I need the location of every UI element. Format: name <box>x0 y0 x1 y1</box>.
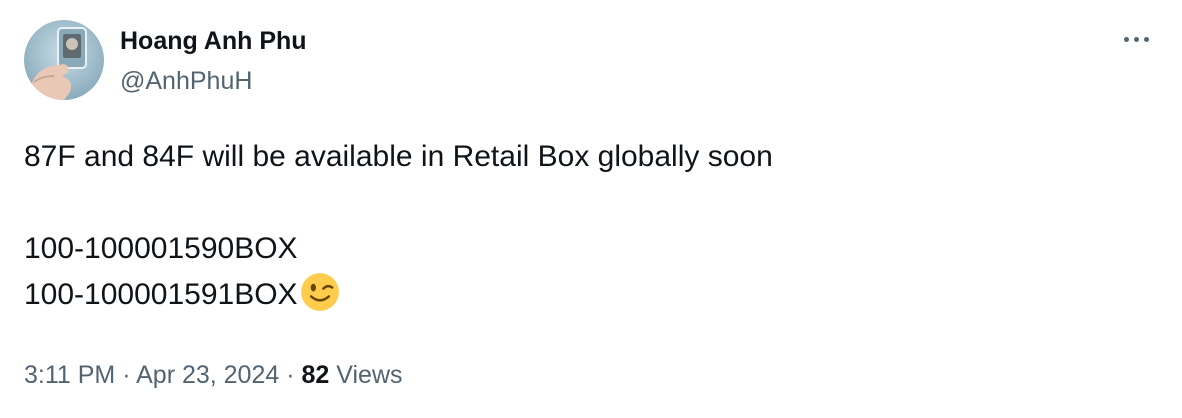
more-options-button[interactable] <box>1118 24 1154 54</box>
tweet-text-line: 87F and 84F will be available in Retail … <box>24 140 773 173</box>
winking-face-emoji <box>300 273 339 311</box>
author-handle[interactable]: @AnhPhuH <box>120 66 252 96</box>
tweet-time[interactable]: 3:11 PM <box>24 361 115 389</box>
more-options-icon <box>1133 36 1139 42</box>
views-count: 82 <box>301 361 330 389</box>
tweet-text-line-with-emoji: 100-100001591BOX <box>24 272 1144 318</box>
meta-separator: · <box>286 361 295 389</box>
tweet-text-line <box>24 180 1144 226</box>
avatar-photo-icon <box>24 20 104 100</box>
tweet-date[interactable]: Apr 23, 2024 <box>136 361 279 389</box>
meta-separator: · <box>122 361 131 389</box>
tweet-text-line: 100-100001590BOX <box>24 232 298 265</box>
tweet-meta: 3:11 PM · Apr 23, 2024 · 82 Views <box>24 358 403 392</box>
author-name[interactable]: Hoang Anh Phu <box>120 26 307 56</box>
tweet-card: Hoang Anh Phu @AnhPhuH 87F and 84F will … <box>0 0 1182 418</box>
avatar[interactable] <box>24 20 104 100</box>
tweet-text-line: 100-100001591BOX <box>24 278 298 311</box>
tweet-text: 87F and 84F will be available in Retail … <box>24 134 1144 318</box>
more-options-icon <box>1123 36 1129 42</box>
views-label: Views <box>336 361 403 389</box>
more-options-icon <box>1143 36 1149 42</box>
